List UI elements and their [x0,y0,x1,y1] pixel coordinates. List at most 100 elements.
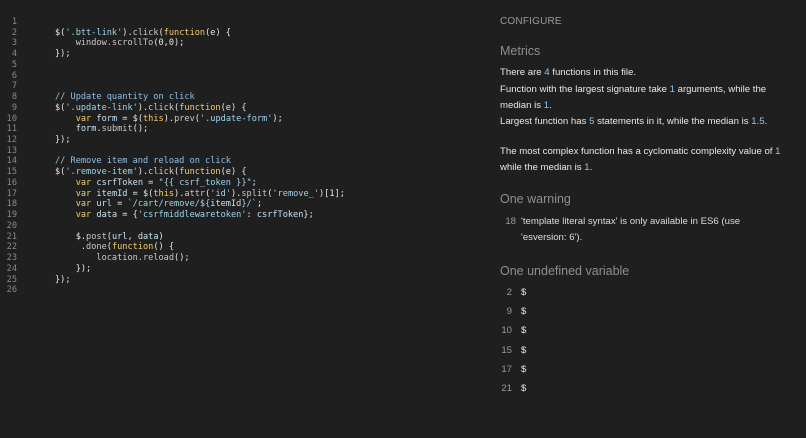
code-token: itemId [210,199,242,210]
code-token: // Update quantity on click [55,92,195,103]
undefined-line-number[interactable]: 2 [500,286,512,300]
warning-line-number[interactable]: 18 [500,214,516,230]
line-number: 20 [6,220,17,231]
code-token: ). [174,188,185,199]
code-token: ). [137,102,149,113]
warnings-title: One warning [500,192,571,206]
code-text: $.post(url, data) [55,232,164,243]
line-number: 23 [6,253,17,264]
code-text: $('.remove-item').click(function(e) { [55,167,247,178]
code-token: = { [117,210,138,221]
line-number: 3 [11,38,17,49]
line-number: 9 [11,102,17,113]
line-number: 2 [11,27,17,38]
code-token: }/` [241,199,257,210]
undefined-line-number[interactable]: 15 [500,344,512,358]
undefined-line-number[interactable]: 9 [500,305,512,319]
metric-value: 1.5 [751,116,765,127]
code-token: $( [55,27,66,38]
line-number: 18 [6,199,17,210]
code-token: location.reload [96,253,175,264]
code-token: = [143,177,159,188]
jshint-app: 1 2 $('.btt-link').click(function(e) {3 wi… [0,0,806,438]
code-text: $('.update-link').click(function(e) { [55,103,247,114]
code-token: // Remove item and reload on click [55,156,231,167]
code-token: (); [174,253,190,264]
warning-message: 'template literal syntax' is only availa… [521,216,741,243]
code-text: form.submit(); [55,124,148,135]
code-token: }; [303,210,314,221]
metric-signature: Function with the largest signature take… [500,82,792,114]
code-token: var [75,188,92,199]
code-token: function [179,167,221,178]
code-token: $( [55,102,66,113]
code-text: // Remove item and reload on click [55,156,231,167]
code-token: ). [231,188,242,199]
code-text: // Update quantity on click [55,92,195,103]
code-editor[interactable]: 1 2 $('.btt-link').click(function(e) {3 wi… [0,0,490,438]
code-token: csrfToken [96,177,143,188]
line-number: 22 [6,242,17,253]
code-token: itemId [96,188,128,199]
configure-link[interactable]: CONFIGURE [500,16,562,27]
code-token: () { [153,242,175,253]
code-token: }); [55,263,92,274]
undefined-line-number[interactable]: 10 [500,324,512,338]
code-token: var [75,210,92,221]
code-token: post [86,231,107,242]
line-number: 26 [6,285,17,296]
undefined-title: One undefined variable [500,264,630,278]
code-token: function [111,242,154,253]
code-token: '.update-link' [65,102,138,113]
code-token: url [111,231,128,242]
code-text: }); [55,49,71,60]
code-token: (); [132,124,149,135]
line-number: 10 [6,113,17,124]
code-token: submit [101,124,133,135]
code-token: ); [272,113,283,124]
metric-text: Function with the largest signature take [500,84,670,95]
code-token: function [179,102,221,113]
code-token: "{{ csrf_token }}" [158,177,252,188]
code-text: var data = {'csrfmiddlewaretoken': csrfT… [55,210,314,221]
code-token: ). [137,167,149,178]
code-token: = $( [117,113,143,124]
code-token: url [96,199,112,210]
code-token: '.btt-link' [65,27,123,38]
code-token: form [75,124,97,135]
code-token: ). [163,113,175,124]
code-text: }); [55,275,71,286]
line-number: 17 [6,188,17,199]
code-token: window.scrollTo [75,38,154,49]
code-token: form [96,113,118,124]
code-token: click [148,167,175,178]
code-token: '.update-form' [199,113,273,124]
code-token: '.remove-item' [65,167,138,178]
metric-text: . [764,116,768,127]
code-token: )[1]; [319,188,345,199]
code-token: var [75,113,92,124]
code-token: prev [174,113,195,124]
undefined-variable-name: $ [521,325,527,337]
code-token: `/cart/remove/${ [127,199,211,210]
undefined-line-number[interactable]: 17 [500,363,512,377]
line-number: 24 [6,263,17,274]
line-number: 19 [6,210,17,221]
metrics-title: Metrics [500,44,541,58]
code-token: }); [55,135,71,146]
undefined-line-number[interactable]: 21 [500,382,512,396]
line-number: 7 [11,81,17,92]
code-token: 'id' [210,188,231,199]
metric-text: . [589,162,593,174]
code-token: csrfToken [256,210,304,221]
jshint-report-panel: CONFIGURE Metrics There are 4 functions … [490,0,806,438]
code-token: 'remove_' [272,188,319,199]
code-token: . [55,242,87,253]
code-token: = [111,199,128,210]
metric-text: while the median is [500,162,585,174]
code-token: 'csrfmiddlewaretoken' [137,210,247,221]
